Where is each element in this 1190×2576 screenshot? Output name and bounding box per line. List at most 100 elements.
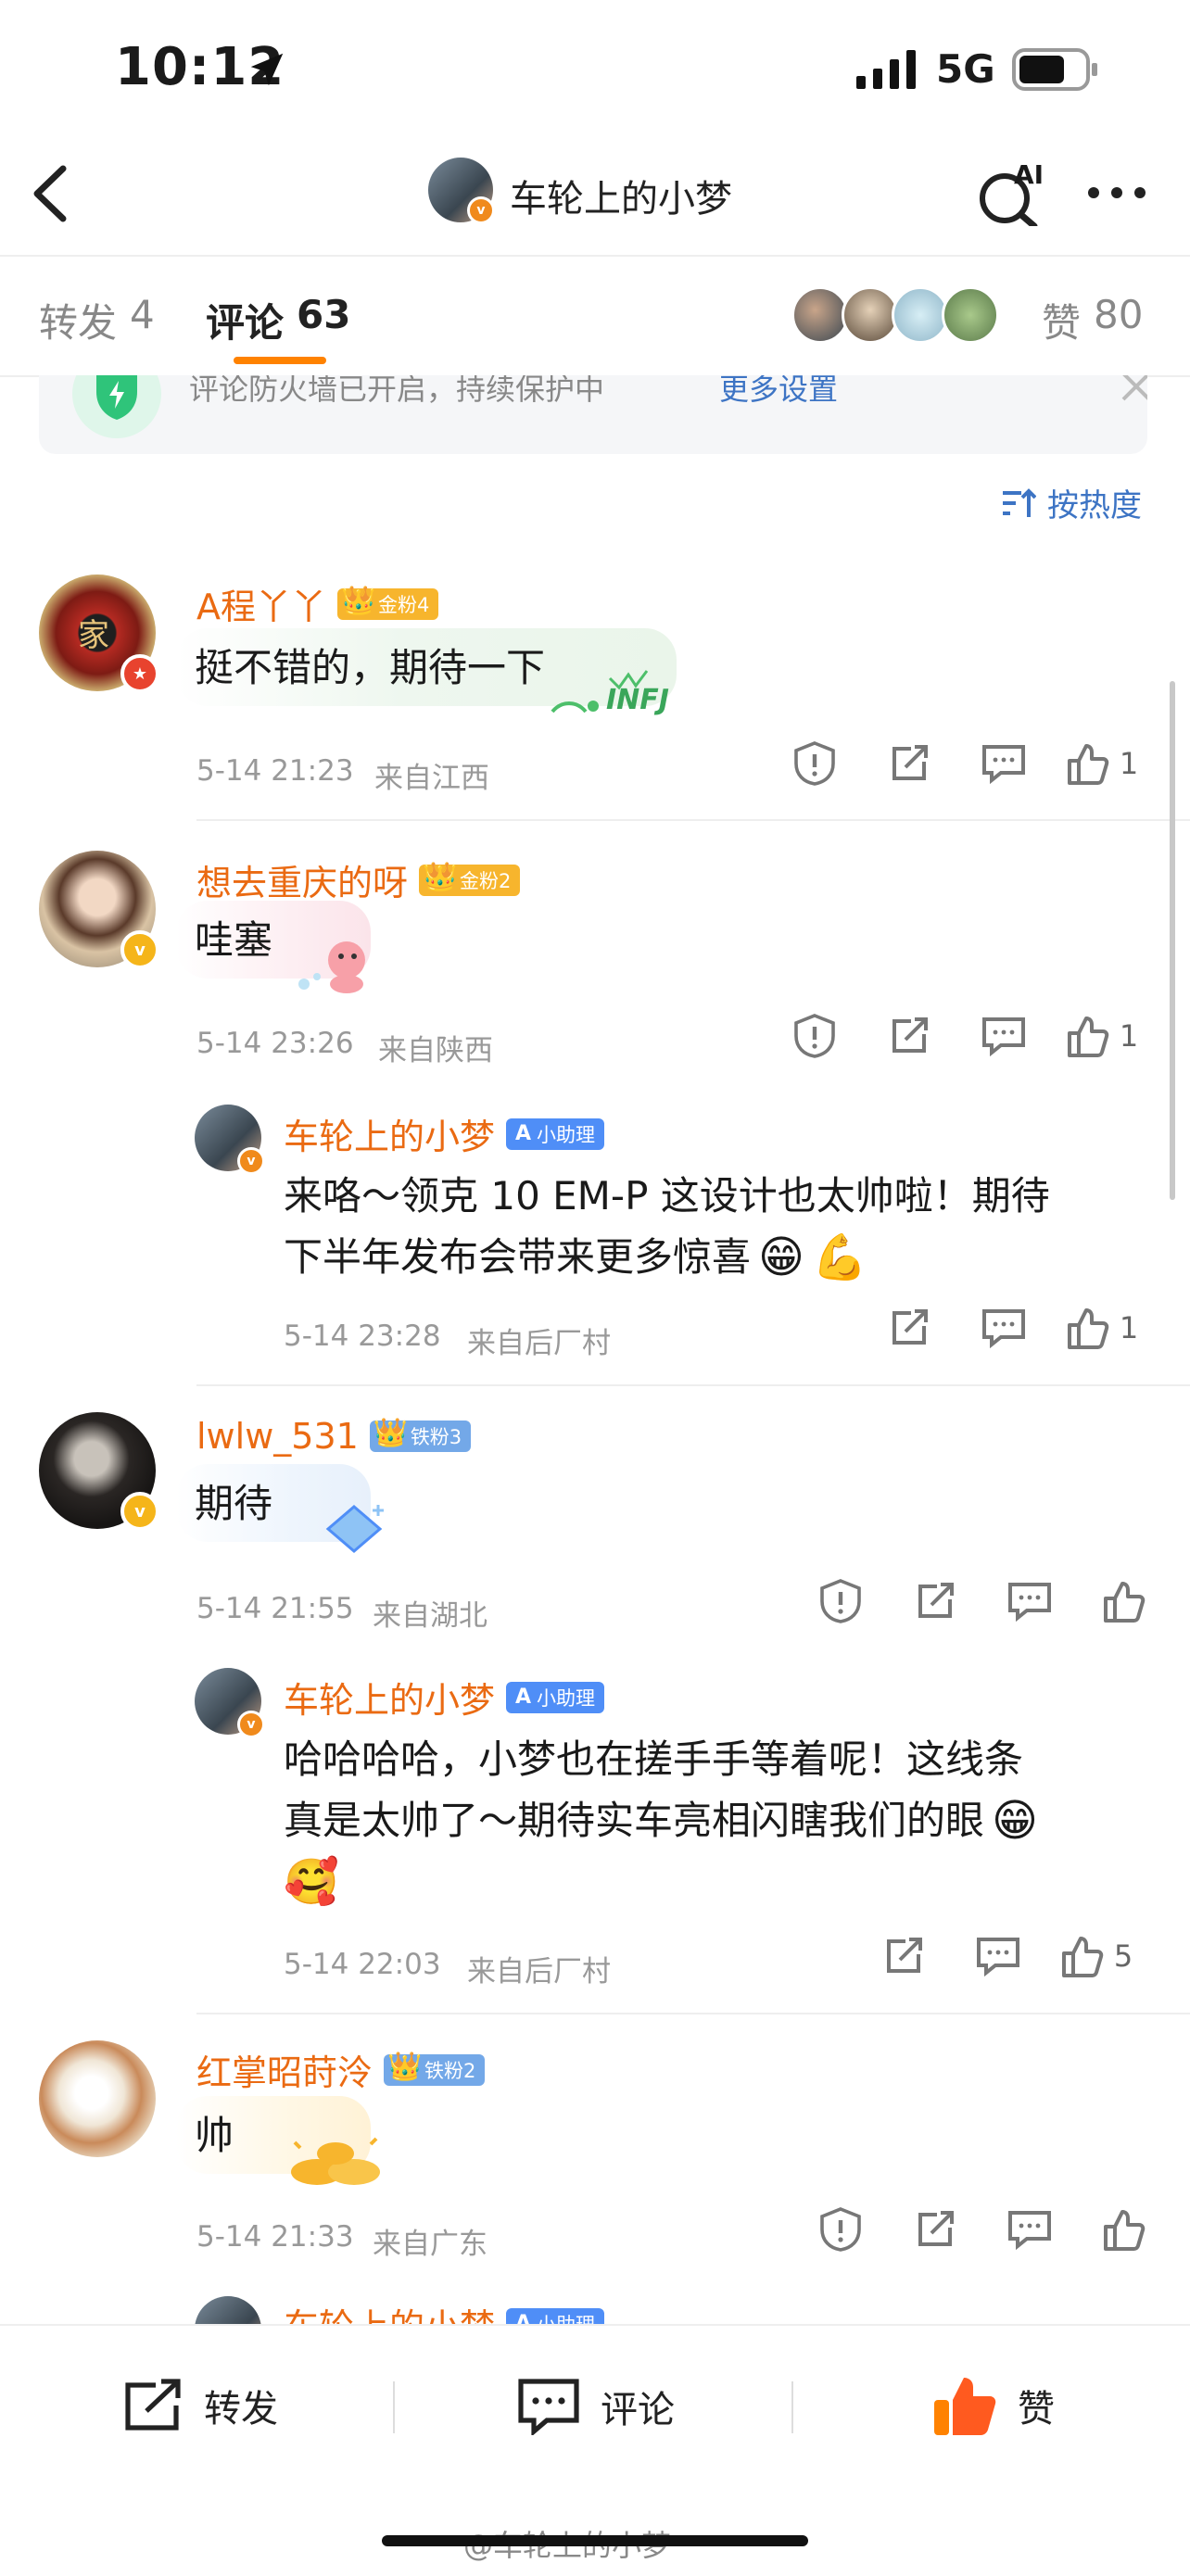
assistant-badge-label: 小助理 xyxy=(537,1686,596,1710)
fan-badge[interactable]: 👑 金粉4 xyxy=(337,585,439,620)
commenter-name[interactable]: A程丫丫 xyxy=(196,578,326,629)
tab-comments[interactable]: 评论 63 xyxy=(206,292,350,348)
reply-author-name[interactable]: 车轮上的小梦 xyxy=(284,1672,495,1723)
share-button[interactable] xyxy=(856,1936,951,1976)
close-icon[interactable] xyxy=(1120,375,1147,403)
cartoon-sticker-icon xyxy=(289,932,382,997)
comment-actions xyxy=(793,1579,1171,1623)
like-count: 1 xyxy=(1119,746,1139,781)
reply-time: 5-14 22:03 xyxy=(284,1948,441,1981)
comment-header: 想去重庆的呀 👑 金粉2 xyxy=(196,854,521,905)
share-button[interactable] xyxy=(862,743,956,784)
share-button[interactable] xyxy=(888,1581,982,1622)
like-count: 1 xyxy=(1119,1310,1139,1345)
location-arrow-icon xyxy=(250,53,284,86)
reply-location: 来自后厂村 xyxy=(467,1327,611,1360)
assistant-badge[interactable]: A 小助理 xyxy=(506,1681,605,1713)
ai-badge-icon: A xyxy=(515,1686,532,1709)
commenter-avatar[interactable] xyxy=(39,2040,156,2157)
crown-icon: 👑 xyxy=(373,1417,409,1449)
back-arrow-icon[interactable] xyxy=(28,163,74,224)
reply-text: 哈哈哈哈，小梦也在搓手手等着呢！这线条 真是太帅了～期待实车亮相闪瞎我们的眼 😁… xyxy=(284,1729,1155,1913)
commenter-name[interactable]: 想去重庆的呀 xyxy=(196,854,408,905)
reply-text-line: 哈哈哈哈，小梦也在搓手手等着呢！这线条 xyxy=(284,1736,1024,1782)
verified-badge-icon: v xyxy=(467,196,495,224)
verified-badge-icon: v xyxy=(120,930,159,969)
fan-badge-label: 铁粉3 xyxy=(410,1426,462,1448)
assistant-badge-label: 小助理 xyxy=(537,1123,596,1146)
notice-settings-link[interactable]: 更多设置 xyxy=(719,375,838,409)
fan-badge[interactable]: 👑 金粉2 xyxy=(419,861,521,896)
reply-button[interactable] xyxy=(956,743,1051,784)
fan-badge[interactable]: 👑 铁粉2 xyxy=(384,2050,486,2086)
infj-sticker-icon: INFJ xyxy=(545,660,693,725)
assistant-badge[interactable]: A 小助理 xyxy=(506,1118,605,1150)
sort-label: 按热度 xyxy=(1047,487,1142,524)
scrollbar[interactable] xyxy=(1170,681,1175,1200)
reply-header: 车轮上的小梦 A 小助理 xyxy=(284,1672,605,1723)
fan-badge[interactable]: 👑 铁粉3 xyxy=(369,1417,472,1452)
report-button[interactable] xyxy=(793,2207,888,2252)
liker-avatar xyxy=(842,286,899,344)
like-button[interactable] xyxy=(1077,1580,1171,1623)
tab-likes-label: 赞 xyxy=(1042,300,1082,346)
tab-repost[interactable]: 转发 4 xyxy=(39,292,155,348)
home-indicator[interactable] xyxy=(382,2535,808,2546)
commenter-name[interactable]: lwlw_531 xyxy=(196,1416,359,1457)
tab-repost-count: 4 xyxy=(130,292,155,337)
liker-avatar xyxy=(791,286,849,344)
tab-bar: 转发 4 评论 63 赞 80 xyxy=(0,255,1190,377)
comment-time: 5-14 21:23 xyxy=(196,754,354,788)
diamond-sticker-icon xyxy=(325,1505,384,1553)
like-post-button[interactable]: 赞 xyxy=(932,2374,1055,2437)
reply-button[interactable] xyxy=(956,1307,1051,1348)
comment-firewall-notice: 评论防火墙已开启，持续保护中 更多设置 xyxy=(39,375,1147,454)
like-count: 1 xyxy=(1119,1018,1139,1054)
verified-badge-icon: v xyxy=(237,1711,265,1738)
report-button[interactable] xyxy=(767,741,862,786)
share-button[interactable] xyxy=(862,1016,956,1056)
assistant-badge[interactable]: A 小助理 xyxy=(506,2307,605,2324)
like-button[interactable] xyxy=(1077,2208,1171,2251)
repost-button[interactable]: 转发 xyxy=(122,2378,278,2433)
tab-likes[interactable]: 赞 80 xyxy=(1042,292,1143,348)
like-button[interactable]: 1 xyxy=(1051,1015,1153,1057)
report-button[interactable] xyxy=(793,1579,888,1623)
reply-location: 来自后厂村 xyxy=(467,1955,611,1989)
fan-badge-label: 铁粉2 xyxy=(424,2059,476,2082)
liker-avatars[interactable] xyxy=(791,286,999,344)
comment-divider xyxy=(196,819,1190,821)
crown-icon: 👑 xyxy=(387,2050,423,2083)
verified-badge-icon: v xyxy=(237,1147,265,1175)
reply-text: 来咯～领克 10 EM-P 这设计也太帅啦！期待 下半年发布会带来更多惊喜 😁 … xyxy=(284,1166,1146,1288)
fan-badge-label: 金粉4 xyxy=(378,593,430,616)
like-button[interactable]: 5 xyxy=(1045,1935,1147,1977)
sticker-text: INFJ xyxy=(606,684,669,716)
reply-button[interactable] xyxy=(956,1016,1051,1056)
reply-avatar[interactable] xyxy=(195,2296,261,2324)
liked-thumbs-up-icon xyxy=(934,2378,996,2435)
ai-label: AI xyxy=(1014,159,1044,190)
reply-author-name[interactable]: 车轮上的小梦 xyxy=(284,1108,495,1159)
tab-comments-count: 63 xyxy=(297,292,351,337)
comment-button[interactable]: 评论 xyxy=(517,2378,675,2435)
share-button[interactable] xyxy=(888,2209,982,2250)
reply-author-name[interactable]: 车轮上的小梦 xyxy=(284,2298,495,2324)
reply-button[interactable] xyxy=(951,1936,1045,1976)
tab-comments-label: 评论 xyxy=(206,300,285,346)
comment-location: 来自陕西 xyxy=(378,1034,493,1067)
reply-button[interactable] xyxy=(982,1581,1077,1622)
share-button[interactable] xyxy=(862,1307,956,1348)
like-button[interactable]: 1 xyxy=(1051,742,1153,785)
nav-title[interactable]: 车轮上的小梦 xyxy=(510,169,732,222)
more-icon[interactable] xyxy=(1084,182,1149,204)
repost-icon xyxy=(125,2379,181,2431)
liker-avatar xyxy=(892,286,949,344)
commenter-name[interactable]: 红掌昭莳泠 xyxy=(196,2044,373,2095)
report-button[interactable] xyxy=(767,1014,862,1058)
like-button[interactable]: 1 xyxy=(1051,1307,1153,1349)
network-label: 5G xyxy=(936,46,995,92)
sort-by-hot-button[interactable]: 按热度 xyxy=(1001,480,1142,525)
reply-button[interactable] xyxy=(982,2209,1077,2250)
reply-header: 车轮上的小梦 A 小助理 xyxy=(284,2298,605,2324)
